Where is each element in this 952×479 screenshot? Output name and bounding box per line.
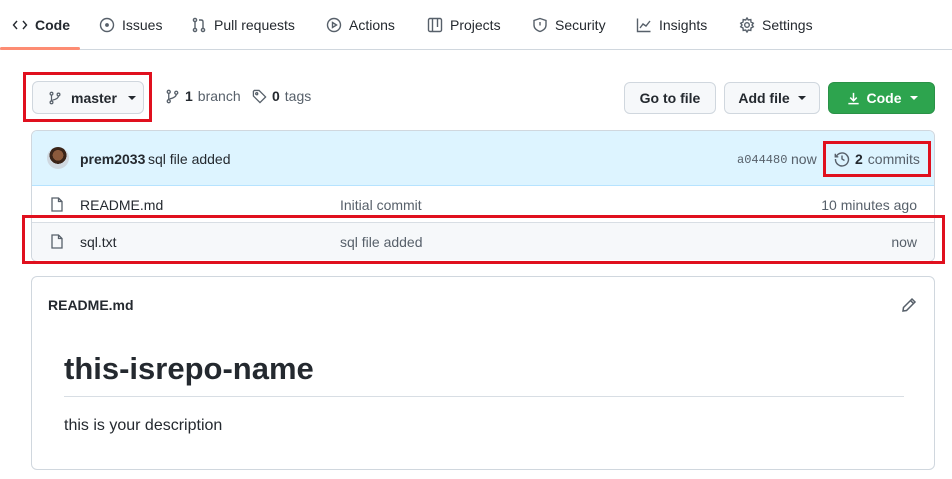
branch-count: 1	[185, 88, 193, 104]
tab-label: Pull requests	[214, 17, 295, 33]
table-icon	[427, 17, 443, 33]
code-button-label: Code	[866, 90, 902, 106]
readme-panel: README.md this-isrepo-name this is your …	[31, 276, 935, 470]
commit-author[interactable]: prem2033	[80, 151, 145, 167]
readme-description: this is your description	[64, 417, 223, 434]
tab-actions[interactable]: Actions	[326, 0, 395, 50]
git-branch-icon	[166, 89, 179, 103]
highlight-sql-file-row	[22, 215, 945, 264]
file-icon	[51, 197, 63, 212]
repo-nav: Code Issues Pull requests Actions Projec…	[0, 0, 952, 50]
go-to-file-label: Go to file	[639, 90, 701, 106]
file-age: 10 minutes ago	[821, 197, 917, 213]
tag-count: 0	[272, 88, 280, 104]
tab-issues[interactable]: Issues	[99, 0, 162, 50]
download-icon	[847, 92, 859, 104]
add-file-button[interactable]: Add file	[724, 82, 820, 114]
graph-icon	[636, 18, 651, 33]
tab-projects[interactable]: Projects	[427, 0, 501, 50]
gear-icon	[739, 17, 755, 33]
commit-message[interactable]: sql file added	[148, 151, 231, 167]
highlight-branch-select	[23, 72, 152, 122]
commit-hash[interactable]: a044480	[737, 153, 787, 167]
tab-label: Settings	[762, 17, 813, 33]
tab-label: Issues	[122, 17, 163, 33]
tab-settings[interactable]: Settings	[739, 0, 813, 50]
pull-request-icon	[192, 17, 206, 33]
play-icon	[326, 17, 342, 33]
readme-heading: this-isrepo-name	[64, 351, 314, 386]
highlight-commits-link	[823, 141, 931, 177]
branches-link[interactable]: 1 branch	[165, 88, 241, 104]
tab-label: Actions	[349, 17, 395, 33]
avatar[interactable]	[47, 147, 69, 169]
caret-down-icon	[797, 96, 806, 100]
commit-age: now	[791, 151, 817, 167]
tab-insights[interactable]: Insights	[636, 0, 707, 50]
caret-down-icon	[909, 96, 918, 100]
tab-security[interactable]: Security	[532, 0, 606, 50]
issue-icon	[99, 17, 115, 33]
divider	[64, 396, 904, 397]
code-icon	[12, 20, 28, 30]
tag-icon	[252, 89, 267, 104]
code-download-button[interactable]: Code	[828, 82, 935, 114]
go-to-file-button[interactable]: Go to file	[624, 82, 716, 114]
active-tab-indicator	[0, 47, 80, 50]
pencil-icon[interactable]	[901, 297, 917, 313]
tag-label: tags	[284, 88, 312, 104]
tab-label: Insights	[659, 17, 708, 33]
tab-pull-requests[interactable]: Pull requests	[191, 0, 295, 50]
file-name[interactable]: README.md	[80, 197, 163, 213]
tab-label: Code	[35, 17, 70, 33]
readme-filename: README.md	[48, 297, 134, 313]
tab-label: Projects	[450, 17, 501, 33]
tags-link[interactable]: 0 tags	[252, 88, 311, 104]
latest-commit-row: prem2033 sql file added a044480 now 2 co…	[32, 131, 934, 186]
shield-icon	[533, 17, 547, 33]
file-commit-message[interactable]: Initial commit	[340, 197, 422, 213]
add-file-label: Add file	[738, 90, 790, 106]
branch-label: branch	[197, 88, 241, 104]
tab-code[interactable]: Code	[12, 0, 70, 50]
tab-label: Security	[555, 17, 606, 33]
